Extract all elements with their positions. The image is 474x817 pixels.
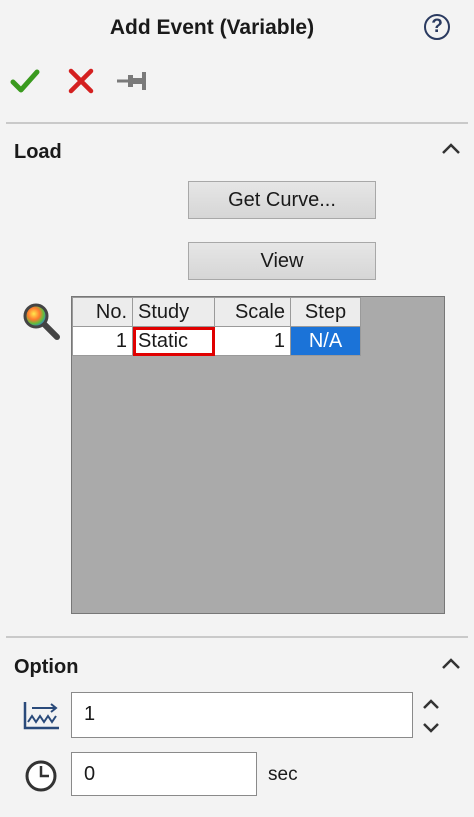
cell-no[interactable]: 1 bbox=[72, 326, 133, 356]
cell-step[interactable]: N/A bbox=[290, 326, 361, 356]
panel-title: Add Event (Variable) bbox=[109, 16, 315, 39]
column-header-scale[interactable]: Scale bbox=[214, 297, 291, 327]
table-row[interactable]: 1 Static 1 N/A bbox=[72, 326, 361, 356]
help-icon[interactable]: ? bbox=[424, 14, 450, 40]
checkmark-icon bbox=[10, 69, 40, 93]
view-button[interactable]: View bbox=[188, 242, 376, 280]
collapse-load-icon[interactable] bbox=[440, 138, 462, 165]
option-section-label: Option bbox=[14, 656, 79, 678]
column-header-no[interactable]: No. bbox=[72, 297, 133, 327]
column-header-study[interactable]: Study bbox=[132, 297, 215, 327]
divider bbox=[6, 636, 468, 638]
cell-scale[interactable]: 1 bbox=[214, 326, 291, 356]
load-section-label: Load bbox=[14, 141, 62, 163]
repeat-count-input[interactable]: 1 bbox=[71, 692, 413, 738]
time-unit-label: sec bbox=[268, 764, 298, 785]
column-header-step[interactable]: Step bbox=[290, 297, 361, 327]
time-input[interactable]: 0 bbox=[71, 752, 257, 796]
repeat-count-icon bbox=[22, 698, 62, 732]
collapse-option-icon[interactable] bbox=[440, 653, 462, 680]
cancel-button[interactable] bbox=[64, 64, 98, 98]
stepper-arrows-icon bbox=[423, 699, 439, 733]
load-table-area[interactable]: No. Study Scale Step 1 Static 1 N/A bbox=[71, 296, 445, 614]
repeat-count-stepper[interactable] bbox=[420, 694, 442, 738]
close-icon bbox=[68, 68, 94, 94]
clock-icon bbox=[24, 758, 60, 794]
magnifier-icon[interactable] bbox=[22, 302, 62, 342]
divider bbox=[6, 122, 468, 124]
cell-study[interactable]: Static bbox=[132, 326, 215, 356]
get-curve-button[interactable]: Get Curve... bbox=[188, 181, 376, 219]
pushpin-icon bbox=[117, 72, 146, 90]
pin-button[interactable] bbox=[114, 64, 148, 98]
ok-button[interactable] bbox=[8, 64, 42, 98]
load-table: No. Study Scale Step 1 Static 1 N/A bbox=[72, 297, 361, 356]
